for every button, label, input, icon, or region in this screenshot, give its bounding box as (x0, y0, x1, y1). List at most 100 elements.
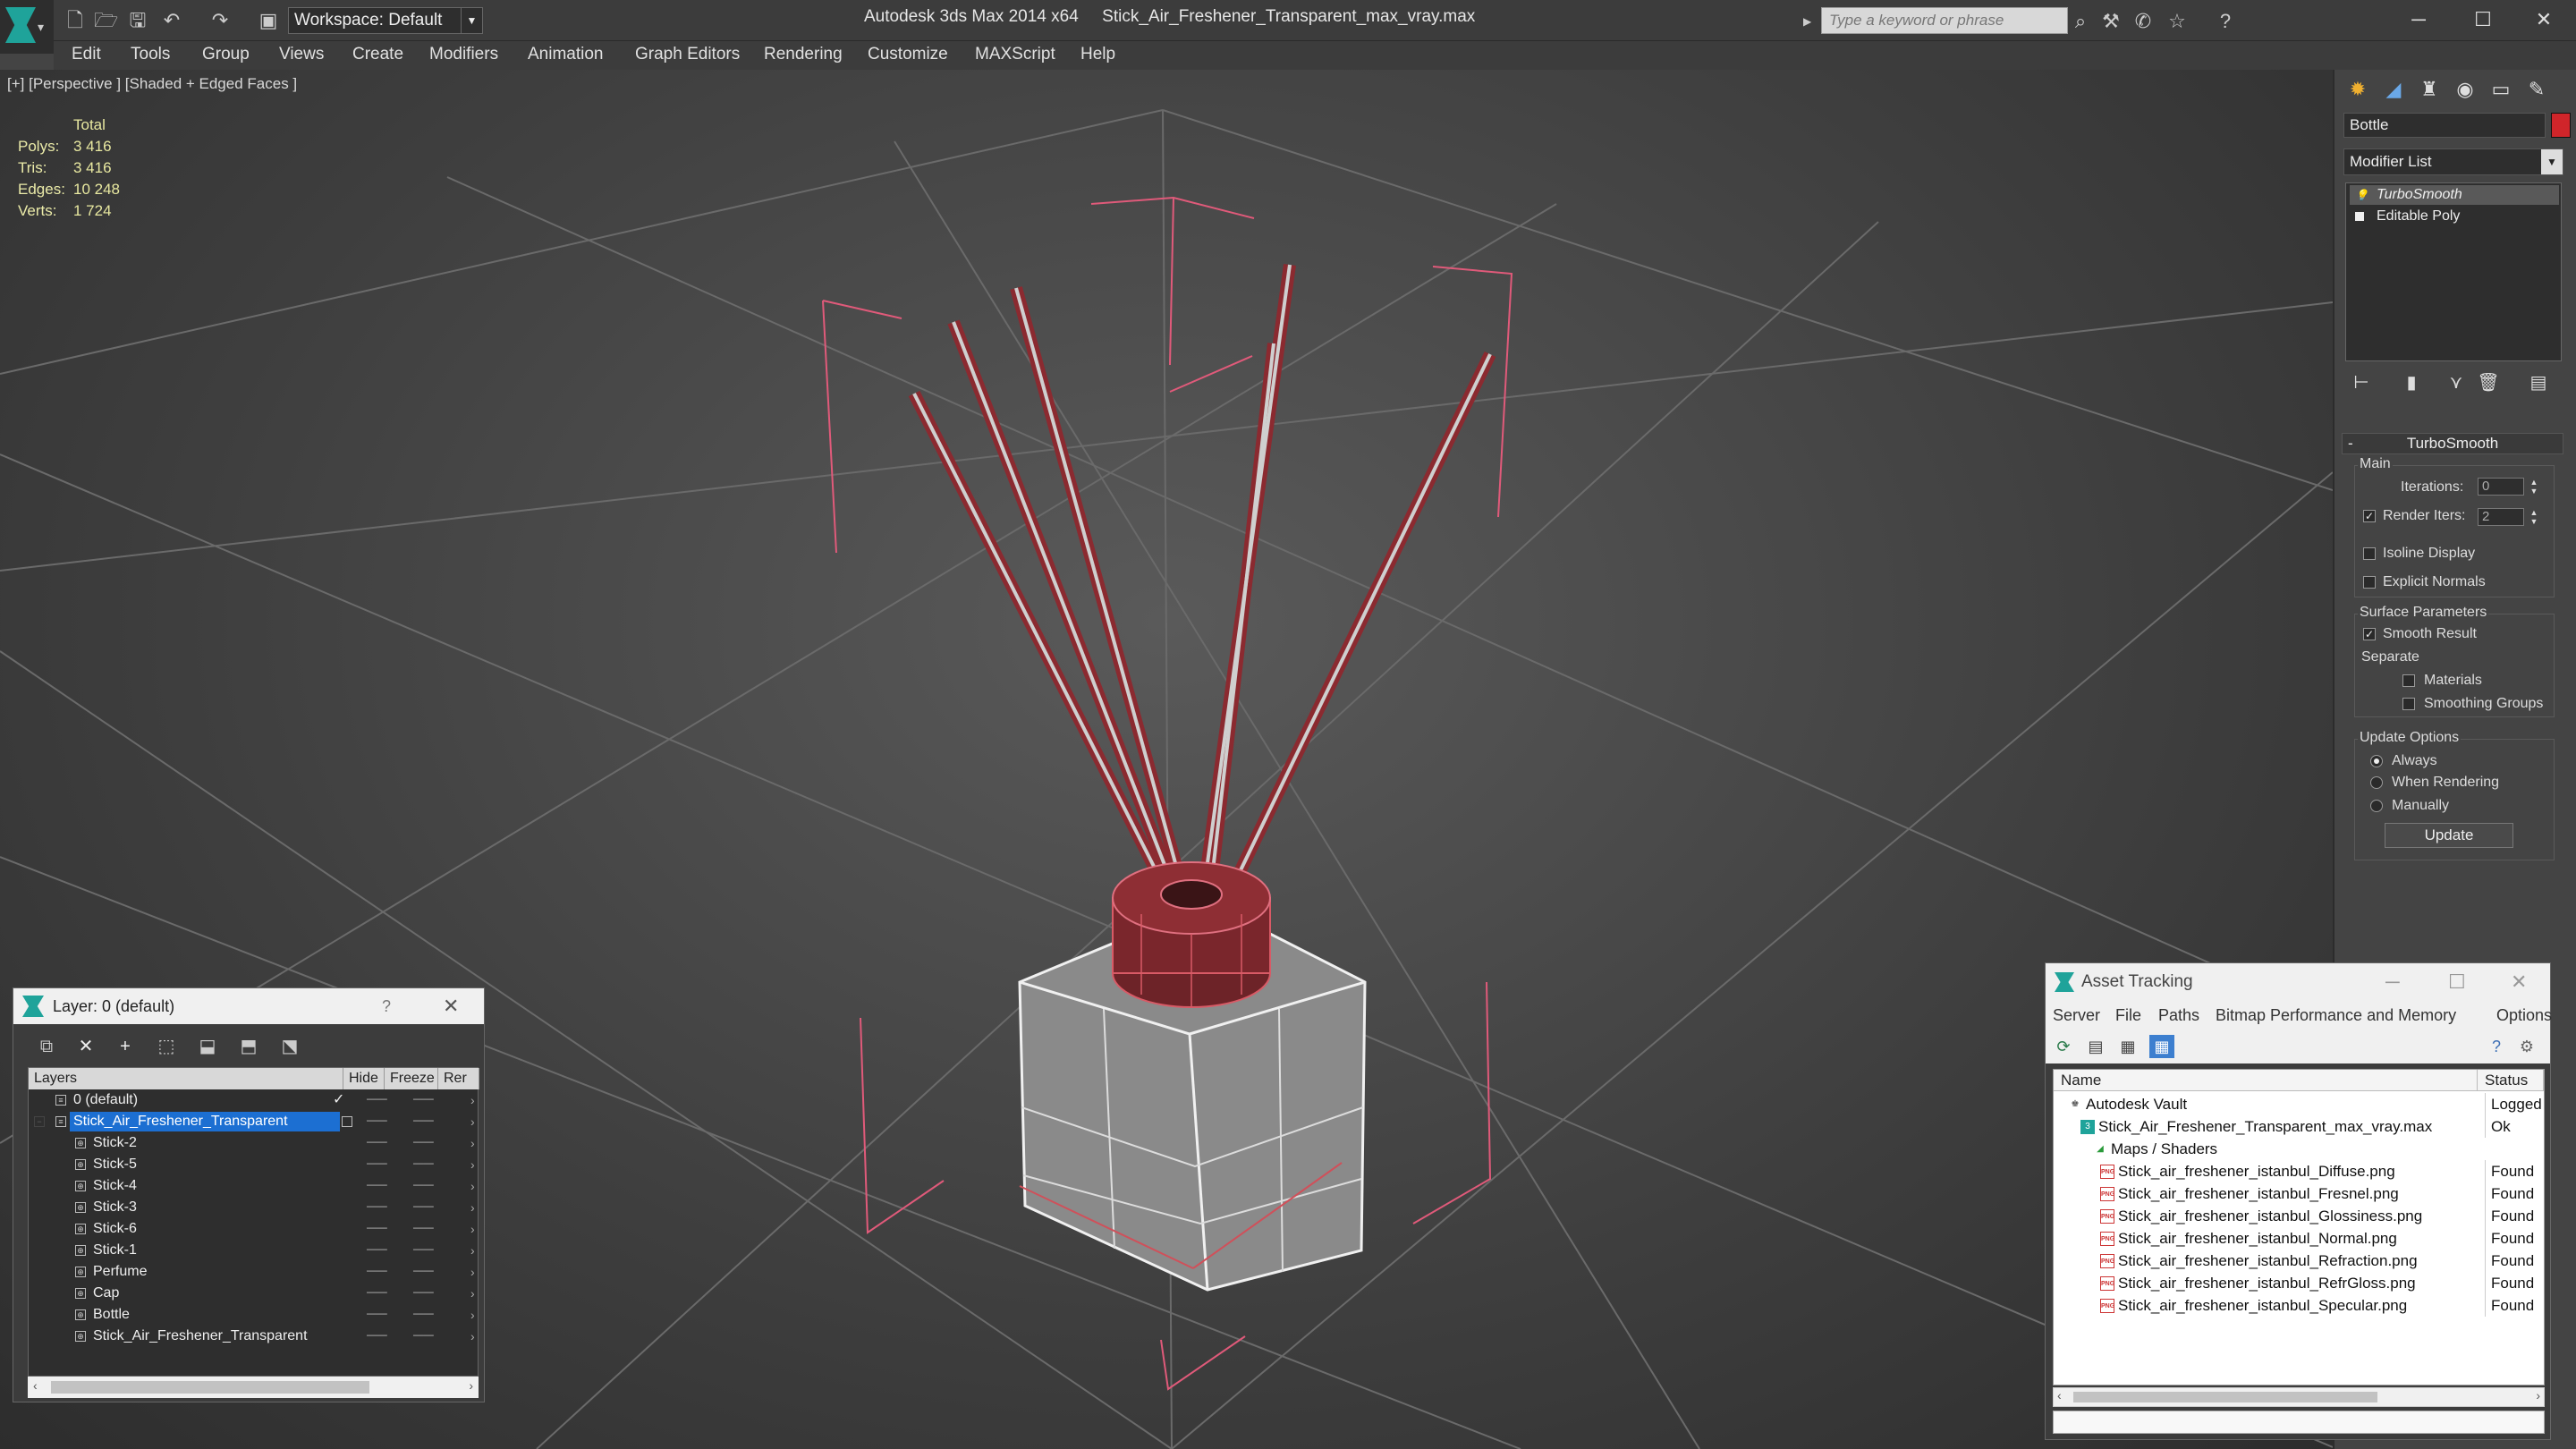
menu-create[interactable]: Create (352, 45, 403, 64)
freeze-toggle[interactable]: ── (413, 1304, 434, 1326)
freeze-toggle[interactable]: ── (413, 1154, 434, 1175)
explicit-normals-checkbox[interactable] (2363, 576, 2376, 589)
utilities-tab-icon[interactable]: ✎ (2521, 73, 2553, 106)
horizontal-scrollbar[interactable]: ‹ › (2053, 1387, 2545, 1407)
menu-tools[interactable]: Tools (131, 45, 170, 64)
layer-row[interactable]: ⊕ Cap ── ── › (29, 1283, 478, 1304)
menu-file[interactable]: File (2115, 1006, 2141, 1025)
freeze-toggle[interactable]: ── (413, 1132, 434, 1154)
create-tab-icon[interactable]: ✹ (2342, 73, 2374, 106)
close-icon[interactable]: ✕ (443, 988, 459, 1024)
hide-toggle[interactable]: ── (367, 1283, 387, 1304)
layer-row[interactable]: ⊕ Bottle ── ── › (29, 1304, 478, 1326)
thumbnail-view-icon[interactable]: ▦ (2115, 1035, 2140, 1058)
workspace-dropdown[interactable]: Workspace: Default ▼ (288, 7, 483, 34)
column-header-status[interactable]: Status (2478, 1070, 2544, 1091)
close-button[interactable]: ✕ (2517, 4, 2571, 36)
minimize-icon[interactable]: ─ (2385, 963, 2400, 1001)
current-layer-box-icon[interactable] (342, 1116, 352, 1127)
communication-center-icon[interactable]: ✆ (2131, 9, 2156, 34)
pin-stack-icon[interactable]: ⊢ (2349, 370, 2374, 395)
hide-toggle[interactable]: ── (367, 1154, 387, 1175)
layer-row[interactable]: ⊕ Stick-4 ── ── › (29, 1175, 478, 1197)
asset-row[interactable]: PNG Stick_air_freshener_istanbul_Normal.p… (2054, 1227, 2544, 1250)
hide-toggle[interactable]: ── (367, 1261, 387, 1283)
help-icon[interactable]: ? (382, 988, 391, 1024)
menu-views[interactable]: Views (279, 45, 324, 64)
menu-customize[interactable]: Customize (868, 45, 948, 64)
render-toggle[interactable]: › (470, 1197, 475, 1218)
new-file-icon[interactable]: 🗋 (63, 7, 88, 32)
hide-toggle[interactable]: ── (367, 1089, 387, 1111)
menu-help[interactable]: Help (1080, 45, 1115, 64)
column-header-render[interactable]: Rer (438, 1068, 479, 1089)
asset-row[interactable]: 3 Stick_Air_Freshener_Transparent_max_vra… (2054, 1115, 2544, 1138)
close-icon[interactable]: ✕ (2511, 963, 2527, 1001)
freeze-toggle[interactable]: ── (413, 1283, 434, 1304)
render-toggle[interactable]: › (470, 1154, 475, 1175)
smoothing-groups-checkbox[interactable] (2402, 698, 2415, 710)
freeze-toggle[interactable]: ── (413, 1326, 434, 1347)
maximize-icon[interactable]: ☐ (2448, 963, 2466, 1001)
menu-maxscript[interactable]: MAXScript (975, 45, 1055, 64)
smooth-result-checkbox[interactable]: ✓ (2363, 628, 2376, 640)
layer-row[interactable]: ⊕ Stick-6 ── ── › (29, 1218, 478, 1240)
render-toggle[interactable]: › (470, 1089, 475, 1111)
freeze-toggle[interactable]: ── (413, 1089, 434, 1111)
render-toggle[interactable]: › (470, 1132, 475, 1154)
spinner-arrows-icon[interactable]: ▲ ▼ (2528, 478, 2540, 496)
undo-icon[interactable]: ↶ (159, 7, 184, 32)
object-name-field[interactable]: Bottle (2343, 113, 2546, 138)
isoline-display-checkbox[interactable] (2363, 547, 2376, 560)
when-rendering-radio[interactable] (2370, 776, 2383, 789)
scrollbar-thumb[interactable] (2073, 1392, 2377, 1402)
asset-row[interactable]: PNG Stick_air_freshener_istanbul_Fresnel.… (2054, 1182, 2544, 1205)
freeze-toggle[interactable]: ── (413, 1111, 434, 1132)
menu-rendering[interactable]: Rendering (764, 45, 843, 64)
menu-options[interactable]: Options (2496, 1006, 2552, 1025)
stack-item-turbosmooth[interactable]: 💡 TurboSmooth (2350, 185, 2559, 205)
expand-plus-icon[interactable] (2355, 212, 2364, 221)
hide-toggle[interactable]: ── (367, 1197, 387, 1218)
hide-toggle[interactable]: ── (367, 1240, 387, 1261)
maximize-button[interactable]: ☐ (2456, 4, 2510, 36)
column-header-name[interactable]: Name (2054, 1070, 2478, 1091)
show-end-result-icon[interactable]: ▮ (2399, 370, 2424, 395)
hide-all-icon[interactable]: ⬒ (235, 1033, 262, 1060)
modifier-list-dropdown[interactable]: Modifier List ▼ (2343, 148, 2563, 175)
hide-toggle[interactable]: ── (367, 1132, 387, 1154)
asset-tracking-titlebar[interactable]: Asset Tracking ─ ☐ ✕ (2046, 963, 2550, 1001)
menu-bitmap-performance[interactable]: Bitmap Performance and Memory (2216, 1006, 2456, 1025)
create-layer-icon[interactable]: ⧉ (33, 1033, 60, 1060)
make-unique-icon[interactable]: ⋎ (2444, 370, 2469, 395)
menu-graph-editors[interactable]: Graph Editors (635, 45, 740, 64)
hide-toggle[interactable]: ── (367, 1218, 387, 1240)
asset-row[interactable]: PNG Stick_air_freshener_istanbul_Refracti… (2054, 1250, 2544, 1272)
render-toggle[interactable]: › (470, 1326, 475, 1347)
spinner-arrows-icon[interactable]: ▲ ▼ (2528, 508, 2540, 526)
layer-row[interactable]: ⊕ Stick-3 ── ── › (29, 1197, 478, 1218)
layer-row[interactable]: ⊕ Perfume ── ── › (29, 1261, 478, 1283)
render-toggle[interactable]: › (470, 1111, 475, 1132)
save-icon[interactable]: 🖫 (125, 7, 150, 32)
menu-modifiers[interactable]: Modifiers (429, 45, 498, 64)
remove-modifier-icon[interactable]: 🗑 (2476, 370, 2501, 395)
asset-row[interactable]: PNG Stick_air_freshener_istanbul_Glossine… (2054, 1205, 2544, 1227)
materials-checkbox[interactable] (2402, 674, 2415, 687)
refresh-icon[interactable]: ⟳ (2051, 1035, 2076, 1058)
column-header-freeze[interactable]: Freeze (385, 1068, 438, 1089)
asset-row[interactable]: PNG Stick_air_freshener_istanbul_Specular… (2054, 1294, 2544, 1317)
render-toggle[interactable]: › (470, 1283, 475, 1304)
hide-toggle[interactable]: ── (367, 1111, 387, 1132)
app-menu-button[interactable]: ▾ (0, 0, 54, 54)
help-icon[interactable]: ? (2213, 9, 2238, 34)
asset-row[interactable]: PNG Stick_air_freshener_istanbul_RefrGlos… (2054, 1272, 2544, 1294)
open-file-icon[interactable]: 🗁 (93, 7, 118, 32)
menu-animation[interactable]: Animation (528, 45, 604, 64)
freeze-toggle[interactable]: ── (413, 1240, 434, 1261)
render-toggle[interactable]: › (470, 1218, 475, 1240)
configure-sets-icon[interactable]: ▤ (2526, 370, 2551, 395)
hide-toggle[interactable]: ── (367, 1304, 387, 1326)
column-header-layers[interactable]: Layers (29, 1068, 343, 1089)
object-color-swatch[interactable] (2551, 113, 2571, 138)
